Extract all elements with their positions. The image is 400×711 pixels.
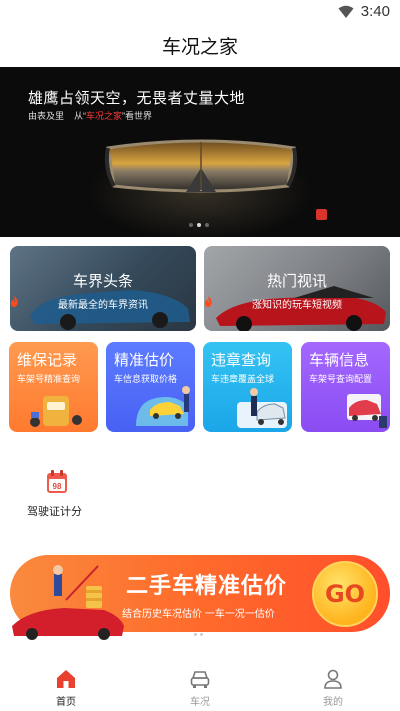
banner-sub-suffix: ”看世界 xyxy=(122,111,153,121)
flame-icon xyxy=(205,296,212,307)
banner-headline: 雄鹰占领天空，无畏者丈量大地 xyxy=(28,89,246,107)
tile-title: 精准估价 xyxy=(114,352,175,369)
tile-subtitle: 车违章覆盖全球 xyxy=(211,374,275,384)
tile-title: 车辆信息 xyxy=(309,352,370,369)
tab-label: 首页 xyxy=(56,697,76,708)
news-card-subtitle: 涨知识的玩车短视频 xyxy=(204,296,390,311)
banner-dot[interactable] xyxy=(189,223,193,227)
news-card-subtitle-text: 最新最全的车界资讯 xyxy=(58,300,148,311)
banner-dot[interactable] xyxy=(205,223,209,227)
news-card-headlines[interactable]: 车界头条 最新最全的车界资讯 xyxy=(10,246,196,331)
promo-title: 二手车精准估价 xyxy=(126,573,288,598)
banner-pagination xyxy=(189,223,209,227)
banner-sub-middle: 从“ xyxy=(74,111,87,121)
promo-dot[interactable] xyxy=(194,633,197,636)
tile-maintenance-records[interactable]: 维保记录 车架号精准查询 xyxy=(9,342,98,432)
promo-subtitle: 结合历史车况估价 一车一况一估价 xyxy=(122,609,275,620)
tab-label: 我的 xyxy=(323,697,343,708)
flame-icon xyxy=(11,296,18,307)
wifi-icon xyxy=(338,5,354,18)
tile-vehicle-info[interactable]: 车辆信息 车架号查询配置 xyxy=(301,342,390,432)
tab-car-condition[interactable]: 车况 xyxy=(170,668,230,708)
person-icon xyxy=(324,669,342,689)
news-card-title: 车界头条 xyxy=(72,273,133,290)
news-card-subtitle-text: 涨知识的玩车短视频 xyxy=(252,300,342,311)
banner-sub-brand: 车况之家 xyxy=(86,111,123,121)
go-button[interactable]: GO xyxy=(312,561,378,627)
go-label: GO xyxy=(324,580,366,608)
page-title: 车况之家 xyxy=(161,37,238,58)
hero-banner[interactable]: 雄鹰占领天空，无畏者丈量大地 由表及里 从“车况之家”看世界 xyxy=(0,67,400,237)
status-bar: 3:40 xyxy=(0,0,400,24)
license-points-label[interactable]: 驾驶证计分 xyxy=(27,503,82,519)
tile-title: 违章查询 xyxy=(211,352,272,369)
car-windshield-image xyxy=(104,139,298,193)
tile-subtitle: 车架号查询配置 xyxy=(309,374,373,384)
banner-sub-prefix: 由表及里 xyxy=(28,111,65,121)
tile-title: 维保记录 xyxy=(17,352,78,369)
tab-home[interactable]: 首页 xyxy=(36,668,96,708)
calendar-points-icon[interactable]: 98 xyxy=(46,470,68,494)
banner-dot-active[interactable] xyxy=(197,223,201,227)
tile-precise-valuation[interactable]: 精准估价 车信息获取价格 xyxy=(106,342,195,432)
status-time: 3:40 xyxy=(360,3,390,20)
tile-subtitle: 车信息获取价格 xyxy=(114,374,178,384)
promo-pagination xyxy=(194,633,203,636)
promo-dot[interactable] xyxy=(200,633,203,636)
home-icon xyxy=(57,670,75,688)
news-card-videos[interactable]: 热门视讯 涨知识的玩车短视频 xyxy=(204,246,390,331)
banner-subtitle: 由表及里 从“车况之家”看世界 xyxy=(28,109,152,122)
tab-label: 车况 xyxy=(190,697,210,708)
tile-subtitle: 车架号精准查询 xyxy=(17,374,81,384)
news-card-title: 热门视讯 xyxy=(266,273,327,290)
news-card-subtitle: 最新最全的车界资讯 xyxy=(10,296,196,311)
brand-badge-icon xyxy=(316,209,327,220)
promo-illustration-icon xyxy=(12,565,124,640)
tab-profile[interactable]: 我的 xyxy=(303,668,363,708)
tile-violation-query[interactable]: 违章查询 车违章覆盖全球 xyxy=(203,342,292,432)
car-icon xyxy=(190,671,210,688)
bottom-tab-bar: 首页 车况 我的 xyxy=(0,661,400,711)
points-number: 98 xyxy=(53,482,62,491)
